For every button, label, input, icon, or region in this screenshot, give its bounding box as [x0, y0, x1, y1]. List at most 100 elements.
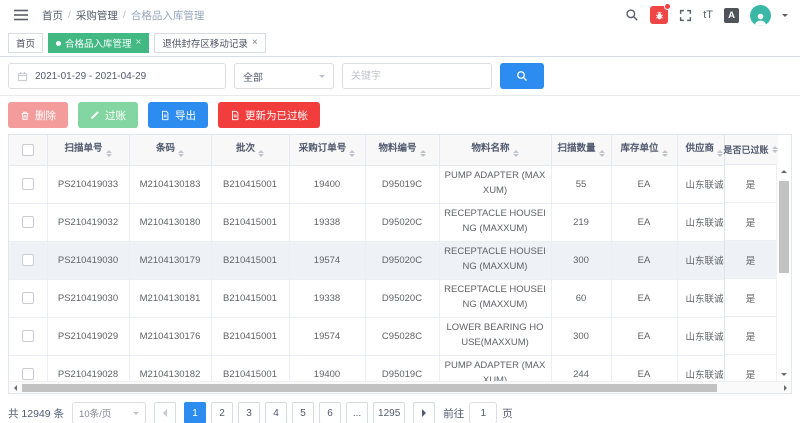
- page-button-5[interactable]: 5: [292, 402, 314, 423]
- tab-return-seal-records[interactable]: 退供封存区移动记录: [154, 33, 265, 53]
- row-checkbox-cell: [9, 203, 47, 241]
- breadcrumb-separator: /: [68, 9, 71, 21]
- row-checkbox[interactable]: [22, 216, 34, 228]
- language-icon[interactable]: A: [724, 8, 739, 23]
- breadcrumb-current-page: 合格品入库管理: [131, 8, 205, 23]
- horizontal-scrollbar[interactable]: [9, 381, 791, 393]
- col-header-po_no[interactable]: 采购订单号: [289, 135, 365, 165]
- vertical-scrollbar-thumb[interactable]: [779, 181, 789, 273]
- col-header-material_no[interactable]: 物料编号: [365, 135, 439, 165]
- col-header-material_name[interactable]: 物料名称: [439, 135, 551, 165]
- cell-batch: B210415001: [211, 317, 289, 355]
- row-checkbox[interactable]: [22, 178, 34, 190]
- top-navbar: 首页 / 采购管理 / 合格品入库管理 tT A: [0, 0, 800, 30]
- date-range-input[interactable]: 2021-01-29 - 2021-04-29: [8, 63, 226, 89]
- table-row[interactable]: PS210419032M2104130180B21041500119338D95…: [9, 203, 778, 241]
- col-header-posted[interactable]: 是否已过账: [725, 135, 776, 165]
- chevron-right-icon: [422, 409, 430, 417]
- fullscreen-icon[interactable]: [679, 9, 692, 22]
- page-button-6[interactable]: 6: [319, 402, 341, 423]
- chevron-left-icon: [159, 409, 167, 417]
- cell-unit: EA: [611, 241, 677, 279]
- prev-page-button[interactable]: [154, 402, 176, 423]
- tab-qualified-inbound[interactable]: 合格品入库管理: [48, 33, 149, 53]
- pagination-bar: 共 12949 条 10条/页 123456...1295 前往 页: [0, 394, 800, 423]
- col-header-scan_qty[interactable]: 扫描数量: [551, 135, 611, 165]
- table-row[interactable]: PS210419029M2104130176B21041500119574C95…: [9, 317, 778, 355]
- cell-scan_qty: 300: [551, 317, 611, 355]
- delete-button[interactable]: 删除: [8, 102, 68, 128]
- sort-icons: [599, 147, 605, 160]
- tab-close-icon[interactable]: [252, 38, 258, 48]
- scroll-right-arrow-icon[interactable]: [779, 382, 791, 393]
- navbar-right-tools: tT A: [625, 5, 788, 26]
- col-header-scan_no[interactable]: 扫描单号: [47, 135, 129, 165]
- search-button[interactable]: [500, 63, 544, 89]
- goto-page-input[interactable]: [469, 402, 497, 423]
- page-button-2[interactable]: 2: [211, 402, 233, 423]
- edit-pen-icon: [90, 110, 100, 120]
- export-button[interactable]: 导出: [148, 102, 208, 128]
- table-row[interactable]: PS210419030M2104130179B21041500119574D95…: [9, 241, 778, 279]
- error-log-icon[interactable]: [650, 6, 668, 24]
- breadcrumb-home[interactable]: 首页: [42, 8, 63, 23]
- page-button-1[interactable]: 1: [184, 402, 206, 423]
- scroll-left-arrow-icon[interactable]: [9, 382, 21, 393]
- row-checkbox[interactable]: [22, 254, 34, 266]
- table-row[interactable]: PS210419030M2104130181B21041500119338D95…: [9, 279, 778, 317]
- calendar-icon: [17, 71, 28, 82]
- cell-material_no: D95020C: [365, 279, 439, 317]
- select-all-checkbox[interactable]: [22, 144, 34, 156]
- vertical-scrollbar[interactable]: [776, 165, 791, 381]
- scroll-down-arrow-icon[interactable]: [777, 368, 791, 381]
- page-button-3[interactable]: 3: [238, 402, 260, 423]
- keyword-input[interactable]: [343, 64, 491, 88]
- type-select[interactable]: 全部: [234, 63, 334, 89]
- col-header-barcode[interactable]: 条码: [129, 135, 211, 165]
- cell-posted: 是: [725, 165, 776, 203]
- cell-po_no: 19338: [289, 279, 365, 317]
- horizontal-scrollbar-thumb[interactable]: [22, 384, 717, 392]
- filter-bar: 2021-01-29 - 2021-04-29 全部: [0, 57, 800, 96]
- table-row[interactable]: PS210419033M2104130183B21041500119400D95…: [9, 165, 778, 203]
- col-header-unit[interactable]: 库存单位: [611, 135, 677, 165]
- cell-po_no: 19338: [289, 203, 365, 241]
- scroll-up-arrow-icon[interactable]: [777, 165, 791, 178]
- fixed-posted-column: 是否已过账 是是是是是是: [724, 135, 776, 381]
- font-size-icon[interactable]: tT: [703, 9, 713, 21]
- cell-material_name: RECEPTACLE HOUSEING (MAXXUM): [439, 241, 551, 279]
- page-button-4[interactable]: 4: [265, 402, 287, 423]
- table-scroll-view: 扫描单号条码批次采购订单号物料编号物料名称扫描数量库存单位供应商 PS21041…: [9, 135, 778, 383]
- action-buttons: 删除 过账 导出 更新为已过帐: [0, 96, 800, 134]
- next-page-button[interactable]: [413, 402, 435, 423]
- cell-posted: 是: [725, 203, 776, 241]
- row-checkbox-cell: [9, 241, 47, 279]
- cell-barcode: M2104130176: [129, 317, 211, 355]
- post-button[interactable]: 过账: [78, 102, 138, 128]
- avatar-caret-down-icon[interactable]: [782, 14, 788, 20]
- data-table: 扫描单号条码批次采购订单号物料编号物料名称扫描数量库存单位供应商 PS21041…: [8, 134, 792, 394]
- col-label: 扫描单号: [64, 143, 102, 154]
- row-checkbox[interactable]: [22, 292, 34, 304]
- row-checkbox[interactable]: [22, 368, 34, 380]
- tab-close-icon[interactable]: [136, 38, 142, 48]
- hamburger-menu-icon[interactable]: [14, 9, 28, 21]
- breadcrumb-purchase-mgmt[interactable]: 采购管理: [76, 8, 118, 23]
- update-posted-button[interactable]: 更新为已过帐: [218, 102, 320, 128]
- page-size-value: 10条/页: [79, 406, 111, 420]
- page-ellipsis-button[interactable]: ...: [346, 402, 368, 423]
- tab-home[interactable]: 首页: [8, 33, 43, 53]
- post-button-label: 过账: [105, 108, 126, 123]
- cell-po_no: 19400: [289, 165, 365, 203]
- avatar[interactable]: [750, 5, 771, 26]
- col-header-batch[interactable]: 批次: [211, 135, 289, 165]
- table-row[interactable]: PS210419028M2104130182B21041500119400D95…: [9, 355, 778, 383]
- inbound-table: 扫描单号条码批次采购订单号物料编号物料名称扫描数量库存单位供应商 PS21041…: [9, 135, 778, 383]
- search-icon[interactable]: [625, 8, 639, 22]
- sort-icons: [258, 147, 264, 160]
- cell-scan_no: PS210419030: [47, 241, 129, 279]
- cell-scan_no: PS210419028: [47, 355, 129, 383]
- row-checkbox[interactable]: [22, 330, 34, 342]
- page-size-select[interactable]: 10条/页: [72, 402, 146, 423]
- page-button-1295[interactable]: 1295: [373, 402, 405, 423]
